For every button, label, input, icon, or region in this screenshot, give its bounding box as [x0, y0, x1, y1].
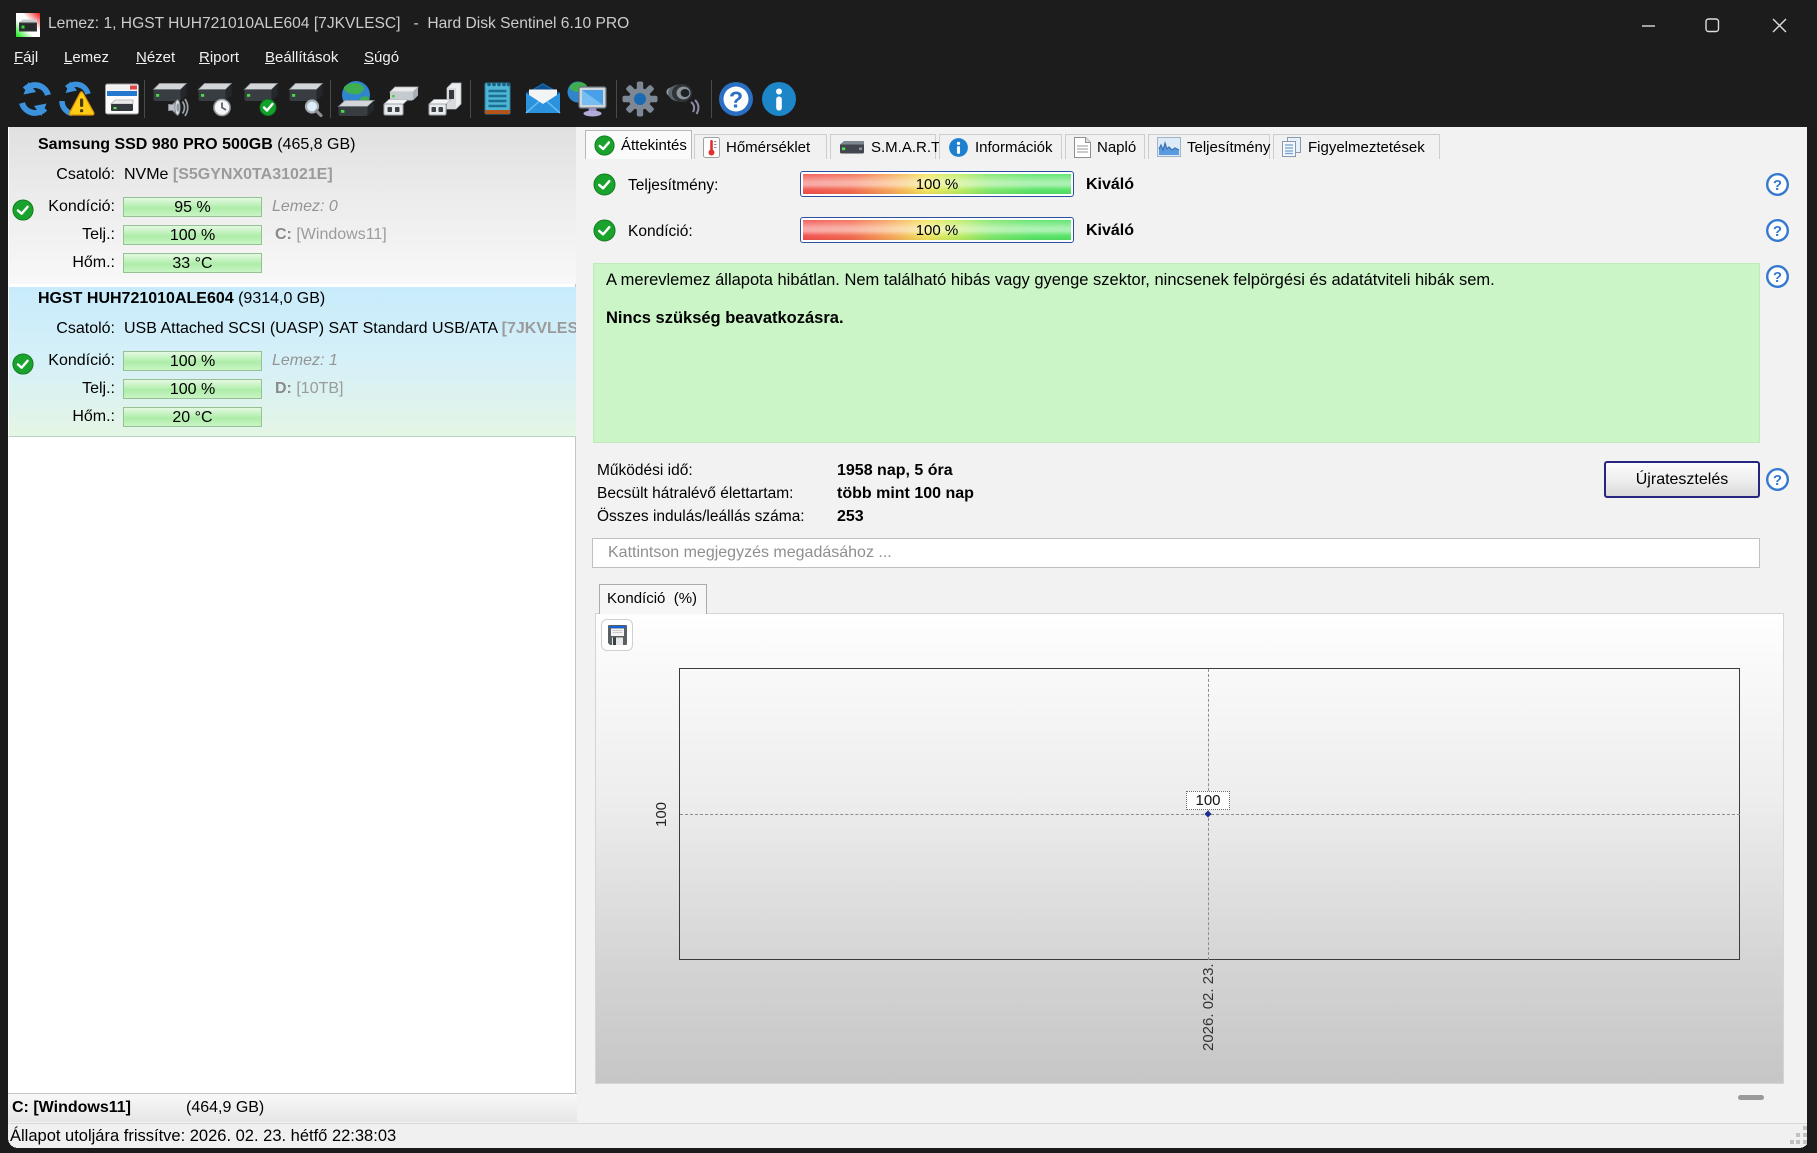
svg-text:?: ?: [729, 87, 743, 113]
svg-text:?: ?: [1773, 269, 1782, 286]
svg-text:?: ?: [1773, 223, 1782, 240]
svg-text:?: ?: [1773, 177, 1782, 194]
svg-text:?: ?: [1773, 472, 1782, 489]
